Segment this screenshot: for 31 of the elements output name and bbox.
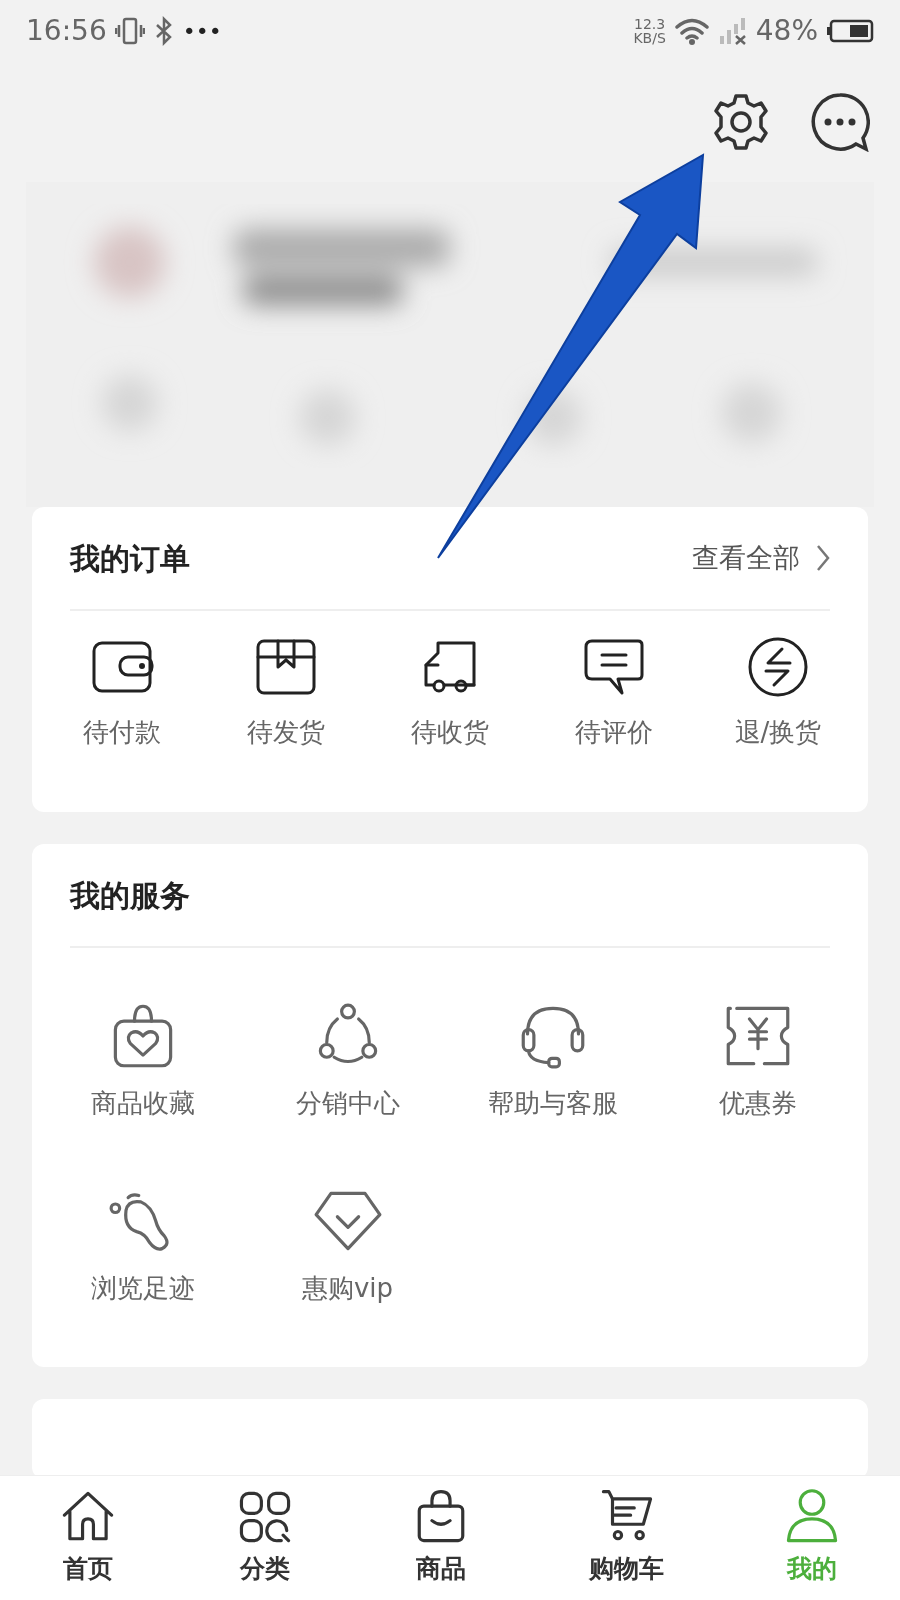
service-item[interactable]: 优惠券 bbox=[655, 1002, 860, 1187]
service-item[interactable]: 浏览足迹 bbox=[40, 1187, 245, 1372]
order-status-item[interactable]: 待付款 bbox=[40, 635, 204, 752]
section-title: 我的服务 bbox=[70, 876, 190, 915]
nav-tab[interactable]: 商品 bbox=[353, 1476, 530, 1600]
settings-icon[interactable] bbox=[712, 93, 770, 151]
more-indicator: ••• bbox=[182, 17, 222, 46]
service-item[interactable]: 分销中心 bbox=[245, 1002, 450, 1187]
service-item[interactable]: 商品收藏 bbox=[40, 1002, 245, 1187]
exchange-icon bbox=[746, 635, 810, 699]
order-status-item[interactable]: 待收货 bbox=[368, 635, 532, 752]
order-status-item[interactable]: 待发货 bbox=[204, 635, 368, 752]
message-icon[interactable] bbox=[810, 92, 870, 152]
network-speed: 12.3 bbox=[633, 17, 666, 31]
speed-unit: KB/S bbox=[633, 31, 666, 45]
nav-tab[interactable]: 分类 bbox=[176, 1476, 354, 1600]
wifi-icon bbox=[673, 16, 710, 46]
signal-icon bbox=[717, 16, 748, 46]
service-item[interactable]: 帮助与客服 bbox=[450, 1002, 655, 1187]
order-status-item[interactable]: 退/换货 bbox=[696, 635, 860, 752]
vibrate-icon bbox=[114, 16, 145, 46]
view-all-link[interactable]: 查看全部 bbox=[692, 537, 830, 579]
clock-time: 16:56 bbox=[26, 13, 107, 49]
chevron-icon bbox=[816, 544, 830, 572]
nav-tab[interactable]: 购物车 bbox=[529, 1476, 724, 1600]
service-item[interactable]: 惠购vip bbox=[245, 1187, 450, 1372]
battery-icon bbox=[826, 19, 874, 43]
order-status-item[interactable]: 待评价 bbox=[532, 635, 696, 752]
battery-percent: 48% bbox=[755, 13, 818, 49]
section-title: 我的订单 bbox=[70, 539, 190, 578]
nav-tab[interactable]: 首页 bbox=[0, 1476, 177, 1600]
